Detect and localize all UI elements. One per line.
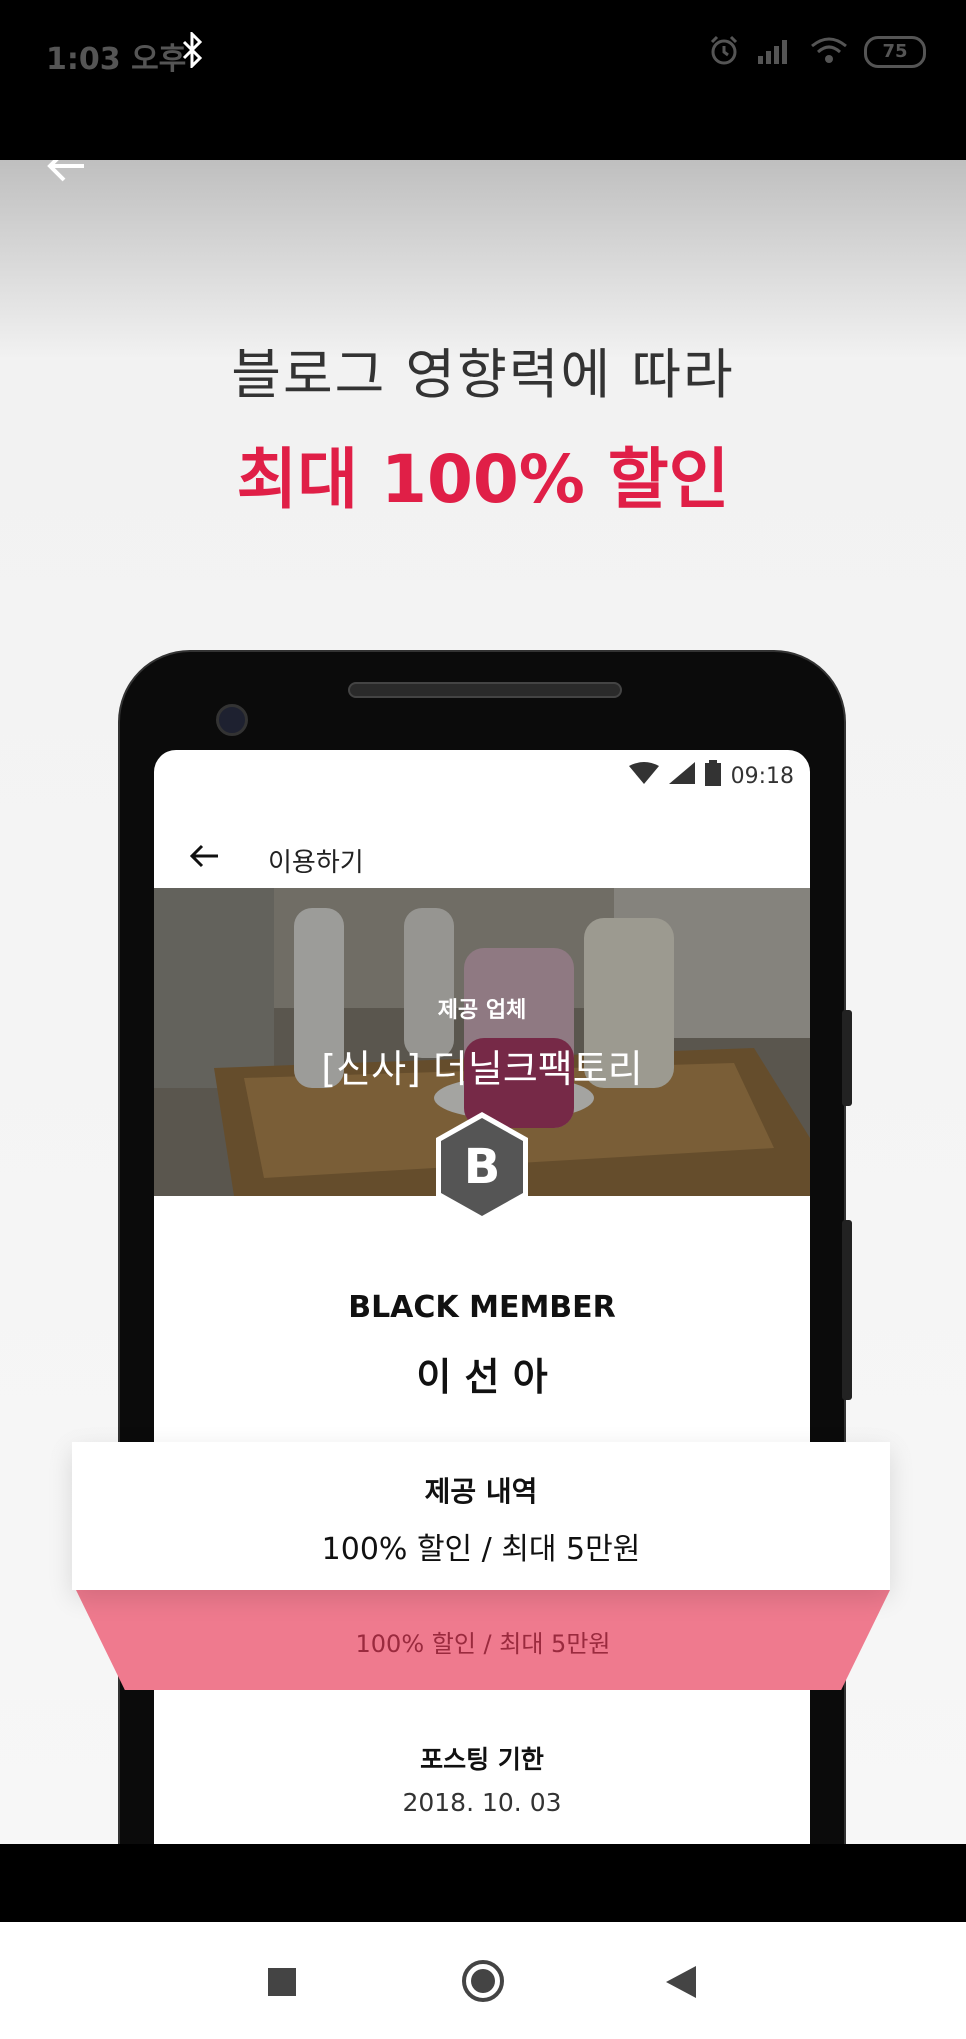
back-arrow-icon[interactable]	[188, 840, 220, 876]
signal-icon	[668, 762, 695, 790]
inner-app-title: 이용하기	[268, 848, 364, 878]
member-name: 이 선 아	[416, 1355, 548, 1399]
phone-camera	[216, 704, 248, 736]
offer-ribbon: 100% 할인 / 최대 5만원	[76, 1590, 890, 1690]
provider-label: 제공 업체	[437, 998, 527, 1023]
recents-button[interactable]	[266, 1966, 298, 2002]
headline-line2: 최대 100% 할인	[236, 441, 730, 518]
badge-letter: B	[464, 1139, 501, 1195]
posting-deadline-label: 포스팅 기한	[420, 1745, 544, 1774]
phone-speaker	[348, 682, 622, 698]
business-name: [신사] 더닐크팩토리	[321, 1047, 643, 1091]
ribbon-offer-text: 100% 할인 / 최대 5만원	[355, 1630, 611, 1658]
inner-status-time: 09:18	[730, 763, 794, 789]
alarm-icon	[708, 34, 740, 70]
offer-card: 제공 내역 100% 할인 / 최대 5만원	[72, 1442, 890, 1590]
offer-title: 제공 내역	[424, 1475, 538, 1508]
headline-line1: 블로그 영향력에 따라	[231, 343, 735, 406]
posting-deadline-value: 2018. 10. 03	[402, 1788, 562, 1817]
home-button[interactable]	[460, 1958, 506, 2008]
signal-icon	[756, 36, 794, 68]
membership-badge-icon: B	[432, 1110, 532, 1228]
phone-volume-button	[842, 1220, 852, 1400]
system-nav-bar	[0, 1922, 966, 2039]
battery-icon	[704, 760, 721, 792]
wifi-icon	[628, 762, 659, 790]
status-time: 1:03 오후	[46, 42, 187, 77]
back-arrow-icon[interactable]	[44, 160, 88, 192]
status-bar: 1:03 오후 75	[0, 0, 966, 160]
back-button[interactable]	[664, 1964, 698, 2004]
offer-value: 100% 할인 / 최대 5만원	[321, 1532, 641, 1567]
status-icons: 75	[708, 34, 926, 70]
inner-status-bar: 09:18	[628, 760, 794, 792]
phone-side-button	[842, 1010, 852, 1106]
member-level: BLACK MEMBER	[348, 1290, 616, 1325]
promo-screen: 블로그 영향력에 따라 최대 100% 할인 09:18 이용하기 제공 업체 …	[0, 160, 966, 1844]
bluetooth-icon	[182, 30, 204, 72]
battery-icon: 75	[864, 36, 926, 68]
bottom-black-band	[0, 1844, 966, 1922]
wifi-icon	[810, 36, 848, 68]
